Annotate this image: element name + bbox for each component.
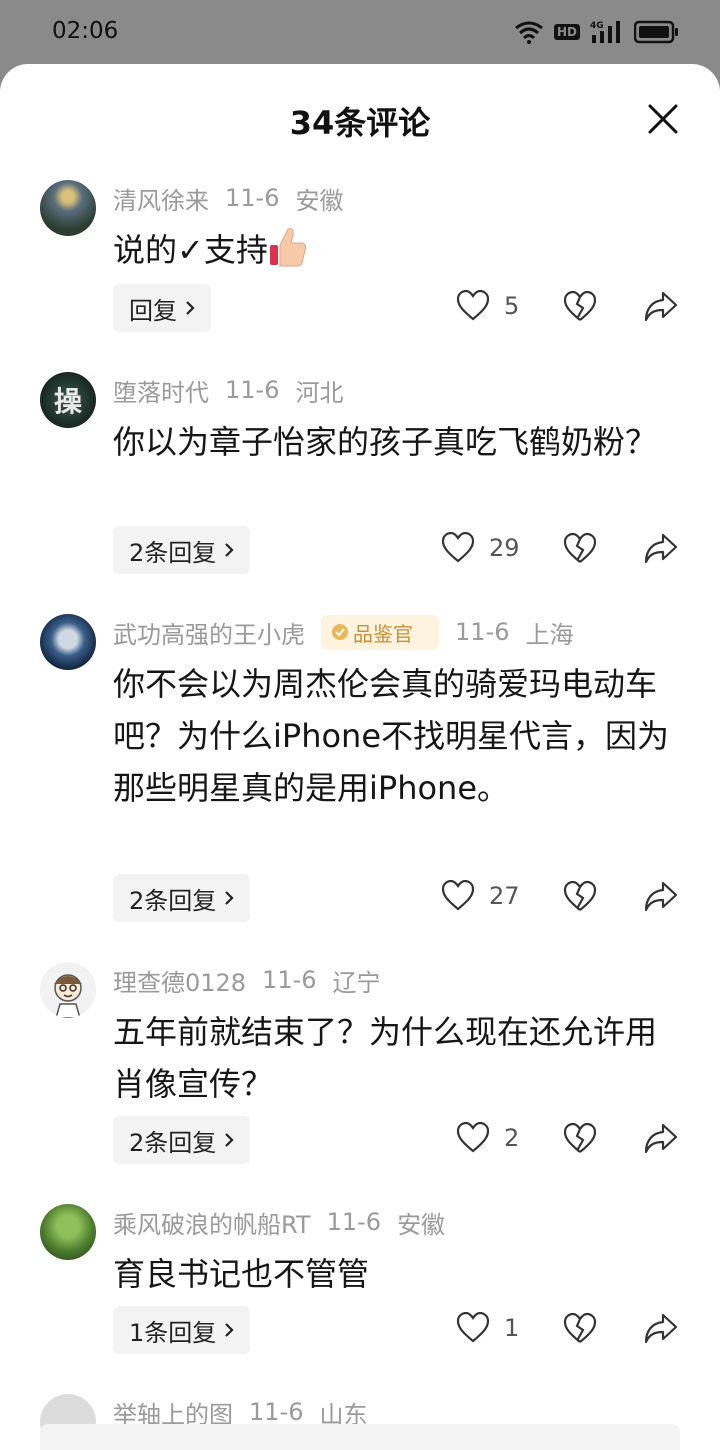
username[interactable]: 理查德0128 xyxy=(113,963,246,998)
signal-icon: 4G xyxy=(590,21,620,43)
comment-location: 辽宁 xyxy=(332,968,381,997)
avatar[interactable] xyxy=(40,614,96,670)
chevron-right-icon xyxy=(225,1323,234,1337)
heart-icon xyxy=(456,1312,490,1343)
like-count: 5 xyxy=(504,292,520,320)
like-button[interactable]: 5 xyxy=(456,290,519,322)
reply-button[interactable]: 回复 xyxy=(113,284,211,332)
username[interactable]: 清风徐来 xyxy=(113,181,209,216)
reply-button[interactable]: 1条回复 xyxy=(113,1306,251,1354)
thumbs-up-emoji-icon xyxy=(268,225,308,269)
reply-label: 2条回复 xyxy=(129,886,217,915)
share-icon[interactable] xyxy=(643,532,679,566)
comment-text: 你不会以为周杰伦会真的骑爱玛电动车吧？为什么iPhone不找明星代言，因为那些明… xyxy=(113,665,670,807)
watermark: 快传号 / 佳成聊城 xyxy=(552,1365,712,1389)
reply-button[interactable]: 2条回复 xyxy=(113,1116,251,1164)
heart-icon xyxy=(441,532,475,563)
chevron-right-icon xyxy=(225,543,234,557)
close-icon[interactable] xyxy=(646,102,680,136)
reply-label: 2条回复 xyxy=(129,1128,217,1157)
verified-check-icon xyxy=(332,624,348,640)
comment-meta: 乘风破浪的帆船RT 11-6 安徽 xyxy=(113,1204,461,1240)
username[interactable]: 堕落时代 xyxy=(113,373,209,408)
broken-heart-icon[interactable] xyxy=(563,880,597,914)
reply-button[interactable]: 2条回复 xyxy=(113,874,251,922)
comment-meta: 理查德0128 11-6 辽宁 xyxy=(113,962,397,998)
username[interactable]: 乘风破浪的帆船RT xyxy=(113,1205,311,1240)
username[interactable]: 武功高强的王小虎 xyxy=(113,615,305,650)
comment-location: 上海 xyxy=(525,620,574,649)
comment-text: 育良书记也不管管 xyxy=(113,1255,370,1293)
share-icon[interactable] xyxy=(643,1122,679,1156)
chevron-right-icon xyxy=(225,891,234,905)
badge-label: 品鉴官 xyxy=(353,621,413,646)
avatar[interactable]: 操 xyxy=(40,372,96,428)
comments-title: 34条评论 xyxy=(289,104,431,142)
broken-heart-icon[interactable] xyxy=(563,1122,597,1156)
avatar[interactable] xyxy=(40,962,96,1018)
comment-date: 11-6 xyxy=(455,618,510,646)
reply-label: 2条回复 xyxy=(129,538,217,567)
comment-text-content: 说的✓支持 xyxy=(113,231,268,269)
comment-meta: 堕落时代 11-6 河北 xyxy=(113,372,359,408)
comment-location: 安徽 xyxy=(295,186,344,215)
comments-sheet: 34条评论 清风徐来 11-6 安徽 说的✓支持 回复 5 操 堕落时代 11-… xyxy=(0,64,720,1450)
comment-date: 11-6 xyxy=(225,376,280,404)
broken-heart-icon[interactable] xyxy=(563,532,597,566)
reply-label: 回复 xyxy=(129,296,177,325)
like-button[interactable]: 2 xyxy=(456,1122,519,1154)
comment-text: 你以为章子怡家的孩子真吃飞鹤奶粉？ xyxy=(113,423,658,461)
expert-badge: 品鉴官 xyxy=(321,614,439,650)
comment-text: 五年前就结束了？为什么现在还允许用肖像宣传？ xyxy=(113,1013,658,1103)
comment-location: 河北 xyxy=(295,378,344,407)
like-button[interactable]: 29 xyxy=(441,532,520,564)
share-icon[interactable] xyxy=(643,1312,679,1346)
chevron-right-icon xyxy=(186,301,195,315)
like-count: 1 xyxy=(504,1314,520,1342)
avatar[interactable] xyxy=(40,180,96,236)
comment-date: 11-6 xyxy=(262,966,317,994)
broken-heart-icon[interactable] xyxy=(563,1312,597,1346)
avatar-char: 操 xyxy=(53,385,82,418)
like-count: 29 xyxy=(489,534,520,562)
broken-heart-icon[interactable] xyxy=(563,290,597,324)
svg-text:4G: 4G xyxy=(590,21,604,31)
share-icon[interactable] xyxy=(643,880,679,914)
comment-location: 安徽 xyxy=(397,1210,446,1239)
like-count: 27 xyxy=(489,882,520,910)
chevron-right-icon xyxy=(225,1133,234,1147)
battery-icon xyxy=(634,20,678,44)
comment-input[interactable] xyxy=(40,1424,680,1450)
like-button[interactable]: 1 xyxy=(456,1312,519,1344)
comment-meta: 清风徐来 11-6 安徽 xyxy=(113,180,359,216)
reply-label: 1条回复 xyxy=(129,1318,217,1347)
comment-date: 11-6 xyxy=(225,184,280,212)
comment-date: 11-6 xyxy=(249,1398,304,1426)
hd-icon: HD xyxy=(553,24,580,40)
heart-icon xyxy=(456,290,490,321)
comment-text: 说的✓支持 xyxy=(113,224,673,276)
status-icons: HD 4G xyxy=(514,18,680,46)
like-button[interactable]: 27 xyxy=(441,880,520,912)
status-bar: 02:06 HD 4G xyxy=(0,0,720,64)
comment-meta: 武功高强的王小虎 品鉴官 11-6 上海 xyxy=(113,614,589,650)
reply-button[interactable]: 2条回复 xyxy=(113,526,251,574)
share-icon[interactable] xyxy=(643,290,679,324)
heart-icon xyxy=(456,1122,490,1153)
status-time: 02:06 xyxy=(52,18,119,44)
cartoon-face-icon xyxy=(54,974,82,1018)
like-count: 2 xyxy=(504,1124,520,1152)
comment-date: 11-6 xyxy=(326,1208,382,1236)
avatar[interactable] xyxy=(40,1204,96,1260)
wifi-icon xyxy=(515,21,543,44)
heart-icon xyxy=(441,880,475,911)
